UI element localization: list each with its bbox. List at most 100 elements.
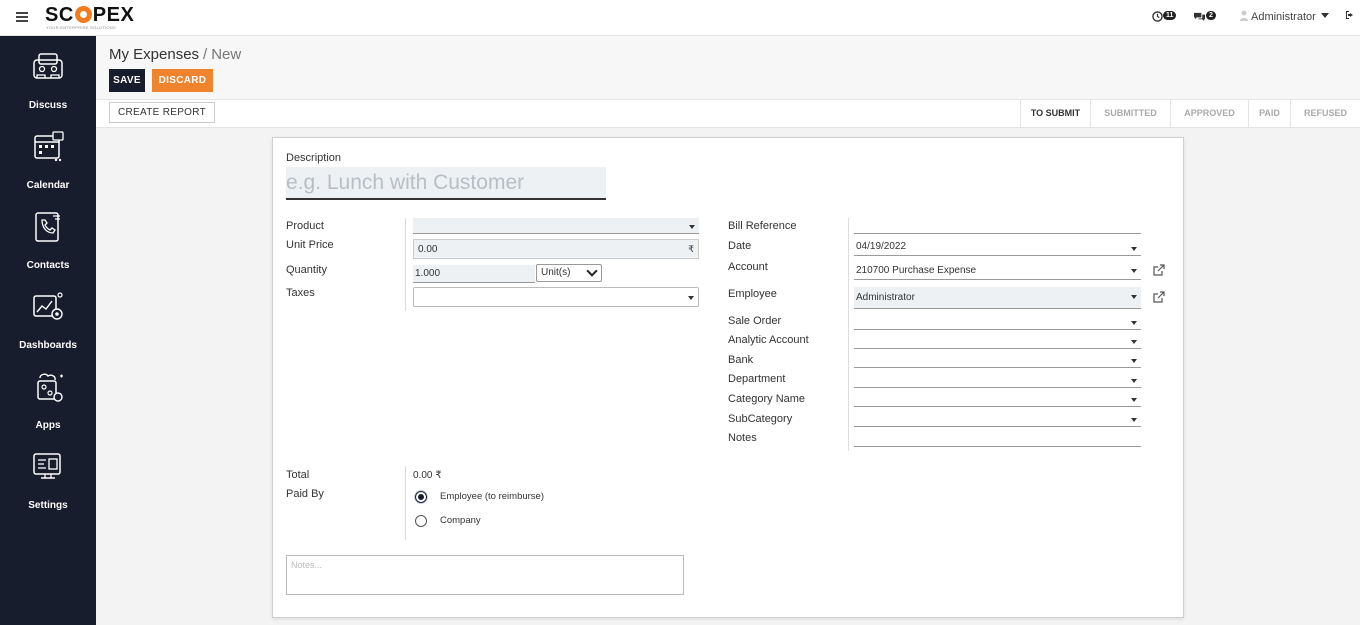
control-panel: My Expenses / New SAVE DISCARD [96, 36, 1360, 100]
hamburger-menu-icon[interactable] [16, 12, 28, 22]
stage-paid[interactable]: PAID [1248, 100, 1290, 128]
sidebar-label: Discuss [28, 100, 68, 111]
dropdown-caret-icon [1131, 418, 1137, 422]
dropdown-caret-icon [1131, 379, 1137, 383]
stage-refused[interactable]: REFUSED [1290, 100, 1360, 128]
field-divider [405, 466, 406, 540]
total-value: 0.00 ₹ [413, 470, 442, 481]
discuss-icon [33, 53, 63, 79]
sidebar-item-settings[interactable]: Settings [0, 450, 96, 520]
app-sidebar: Discuss Calendar Contacts Dashboards App… [0, 36, 96, 625]
sale-order-label: Sale Order [728, 315, 782, 327]
clock-icon [1152, 11, 1163, 22]
apps-icon [37, 373, 63, 402]
messages-button[interactable]: 2 [1193, 9, 1216, 23]
paid-by-employee-radio[interactable] [415, 491, 427, 503]
expense-form-sheet: Description Product Unit Price Quantity … [272, 137, 1184, 618]
dropdown-caret-icon [1131, 247, 1137, 251]
breadcrumb-separator: / [203, 46, 208, 63]
sidebar-item-dashboards[interactable]: Dashboards [0, 290, 96, 360]
field-divider [848, 218, 849, 451]
dropdown-caret-icon [688, 296, 694, 300]
activity-count-badge: 11 [1163, 11, 1177, 20]
taxes-label: Taxes [286, 287, 315, 299]
chevron-down-icon [1320, 13, 1329, 18]
account-label: Account [728, 261, 768, 273]
subcategory-field[interactable] [854, 409, 1141, 427]
stage-approved[interactable]: APPROVED [1170, 100, 1248, 128]
paid-by-employee-label[interactable]: Employee (to reimburse) [440, 491, 544, 502]
stage-to-submit[interactable]: TO SUBMIT [1020, 100, 1090, 128]
brand-logo[interactable]: SC PEX [45, 4, 134, 27]
description-input[interactable] [286, 167, 606, 200]
breadcrumb-parent-link[interactable]: My Expenses [109, 46, 199, 63]
chat-icon [1194, 12, 1205, 22]
dropdown-caret-icon [1131, 269, 1137, 273]
notes-line-field[interactable] [854, 429, 1141, 447]
sidebar-item-calendar[interactable]: Calendar [0, 130, 96, 200]
quantity-field[interactable]: 1.000 [413, 265, 535, 283]
external-link-icon[interactable] [1152, 263, 1166, 277]
sidebar-label: Apps [35, 420, 61, 431]
quantity-label: Quantity [286, 264, 327, 276]
paid-by-company-label[interactable]: Company [440, 515, 481, 526]
notes-textarea[interactable] [286, 555, 684, 595]
currency-symbol: ₹ [688, 244, 694, 254]
bill-reference-field[interactable] [854, 216, 1141, 234]
product-label: Product [286, 220, 324, 232]
dropdown-caret-icon [1131, 359, 1137, 363]
total-label: Total [286, 469, 310, 481]
unit-price-value: 0.00 [418, 244, 438, 255]
quantity-value: 1.000 [415, 268, 441, 279]
sidebar-item-discuss[interactable]: Discuss [0, 50, 96, 120]
notes-field-label: Notes [728, 432, 757, 444]
paid-by-label: Paid By [286, 488, 324, 500]
taxes-field[interactable] [413, 287, 699, 307]
stage-submitted[interactable]: SUBMITTED [1090, 100, 1170, 128]
create-report-button[interactable]: CREATE REPORT [109, 102, 215, 123]
sidebar-item-apps[interactable]: Apps [0, 370, 96, 440]
logout-icon[interactable] [1345, 10, 1355, 23]
bill-reference-label: Bill Reference [728, 220, 797, 232]
department-field[interactable] [854, 370, 1141, 388]
dashboards-icon [33, 292, 63, 320]
breadcrumb-current: New [211, 46, 242, 63]
discard-button[interactable]: DISCARD [152, 69, 213, 92]
analytic-account-label: Analytic Account [728, 334, 809, 346]
analytic-account-field[interactable] [854, 331, 1141, 349]
user-menu[interactable]: Administrator [1240, 10, 1329, 23]
date-field[interactable]: 04/19/2022 [854, 238, 1141, 256]
unit-price-field[interactable]: 0.00 ₹ [413, 239, 699, 259]
uom-select[interactable]: Unit(s) [536, 264, 602, 282]
sidebar-label: Dashboards [19, 340, 77, 351]
subcategory-label: SubCategory [728, 413, 793, 425]
paid-by-company-radio[interactable] [415, 515, 427, 527]
product-field[interactable] [413, 218, 699, 234]
bank-label: Bank [728, 354, 754, 366]
user-name: Administrator [1251, 11, 1316, 23]
user-avatar-icon [1240, 10, 1248, 21]
account-field[interactable]: 210700 Purchase Expense [854, 262, 1141, 280]
logo-tagline: YOUR ENTERPRISE SOLUTIONS [46, 25, 116, 30]
top-bar: SC PEX YOUR ENTERPRISE SOLUTIONS 11 2 Adm… [0, 0, 1360, 36]
breadcrumb: My Expenses / New [109, 46, 241, 63]
sidebar-label: Settings [28, 500, 68, 511]
sidebar-label: Calendar [26, 180, 70, 191]
dropdown-caret-icon [689, 225, 695, 229]
settings-icon [33, 453, 61, 479]
activity-button[interactable]: 11 [1152, 9, 1177, 23]
employee-field[interactable]: Administrator [854, 287, 1141, 309]
external-link-icon[interactable] [1152, 290, 1166, 304]
uom-value: Unit(s) [541, 267, 571, 278]
sidebar-item-contacts[interactable]: Contacts [0, 210, 96, 280]
dropdown-caret-icon [1131, 398, 1137, 402]
status-bar: CREATE REPORT TO SUBMIT SUBMITTED APPROV… [96, 100, 1360, 128]
sidebar-label: Contacts [26, 260, 70, 271]
department-label: Department [728, 373, 786, 385]
bank-field[interactable] [854, 350, 1141, 368]
sale-order-field[interactable] [854, 312, 1141, 330]
category-name-field[interactable] [854, 389, 1141, 407]
save-button[interactable]: SAVE [109, 69, 145, 92]
messages-count-badge: 2 [1206, 11, 1216, 20]
dropdown-caret-icon [1131, 295, 1137, 299]
